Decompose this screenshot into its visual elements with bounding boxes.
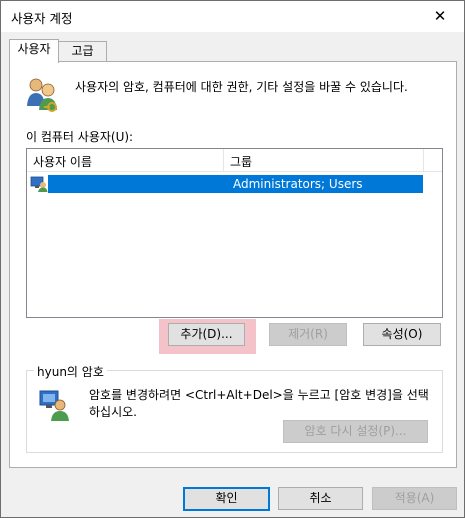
column-header-username[interactable]: 사용자 이름: [33, 153, 92, 170]
properties-button[interactable]: 속성(O): [363, 323, 441, 346]
user-key-icon: [39, 390, 69, 421]
window-title: 사용자 계정: [11, 11, 73, 26]
list-item[interactable]: Administrators; Users: [30, 175, 423, 193]
user-list[interactable]: 사용자 이름 그룹 Administrators; Users: [26, 148, 443, 318]
user-list-label: 이 컴퓨터 사용자(U):: [26, 130, 134, 144]
column-divider[interactable]: [223, 149, 224, 171]
user-accounts-window: 사용자 계정 ✕ 사용자 고급 사용자의 암호, 컴퓨터에 대한 권한, 기타 …: [0, 0, 465, 518]
password-instructions: 암호를 변경하려면 <Ctrl+Alt+Del>을 누르고 [암호 변경]을 선…: [89, 388, 429, 419]
close-icon[interactable]: ✕: [418, 1, 462, 32]
user-computer-icon: [30, 176, 48, 192]
tab-advanced[interactable]: 고급: [58, 41, 107, 62]
users-tab-panel: 사용자의 암호, 컴퓨터에 대한 권한, 기타 설정을 바꿀 수 있습니다. 이…: [9, 61, 457, 468]
cancel-button[interactable]: 취소: [278, 487, 363, 510]
ok-button[interactable]: 확인: [183, 487, 270, 511]
list-header: 사용자 이름 그룹: [27, 149, 442, 172]
password-groupbox: hyun의 암호 암호를 변경하려면 <Ctrl+Alt+Del>을 누르고 […: [26, 363, 443, 453]
column-header-group[interactable]: 그룹: [230, 153, 252, 170]
password-group-title: hyun의 암호: [34, 363, 107, 380]
remove-user-button[interactable]: 제거(R): [269, 323, 347, 346]
intro-text: 사용자의 암호, 컴퓨터에 대한 권한, 기타 설정을 바꿀 수 있습니다.: [75, 80, 408, 94]
add-user-button[interactable]: 추가(D)...: [168, 323, 245, 346]
reset-password-button[interactable]: 암호 다시 설정(P)...: [283, 420, 428, 443]
column-divider[interactable]: [423, 149, 424, 171]
tab-users[interactable]: 사용자: [9, 39, 59, 63]
title-bar: 사용자 계정 ✕: [1, 1, 464, 32]
users-icon: [27, 78, 57, 112]
apply-button[interactable]: 적용(A): [372, 487, 457, 510]
group-cell: Administrators; Users: [233, 177, 363, 191]
